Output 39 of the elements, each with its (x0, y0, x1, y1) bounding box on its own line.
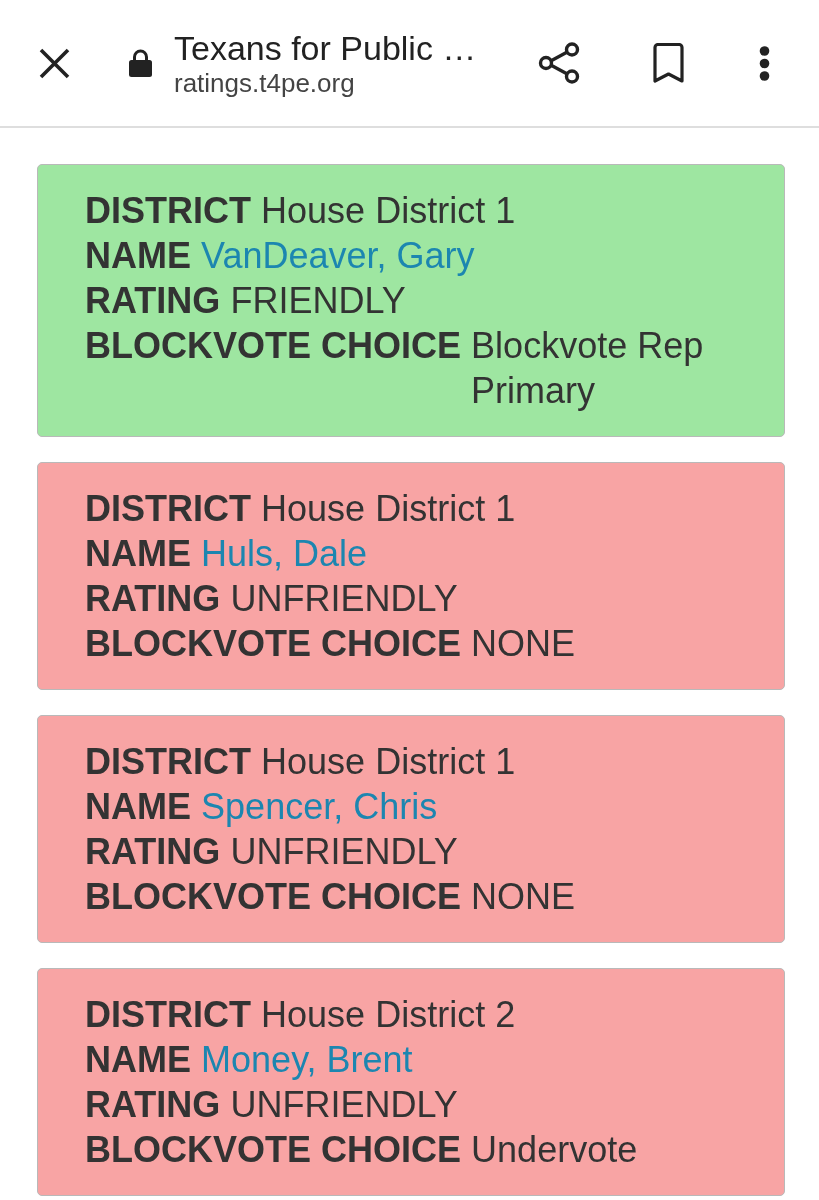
field-label: BLOCKVOTE CHOICE (85, 324, 461, 368)
field-value: Blockvote Rep Primary (471, 324, 705, 413)
field-label: NAME (85, 234, 191, 278)
field-value: FRIENDLY (230, 279, 406, 323)
field-value: House District 1 (261, 740, 516, 784)
field-label: RATING (85, 830, 221, 874)
field-value: UNFRIENDLY (230, 577, 458, 621)
candidate-name-link[interactable]: Spencer, Chris (201, 784, 438, 829)
field-label: DISTRICT (85, 993, 251, 1037)
more-options-icon[interactable] (759, 45, 770, 81)
field-value: UNFRIENDLY (230, 1083, 458, 1127)
page-url: ratings.t4pe.org (174, 68, 355, 98)
page-title: Texans for Public … (174, 28, 477, 68)
candidate-name-link[interactable]: Huls, Dale (201, 531, 368, 576)
field-value: NONE (471, 622, 576, 666)
field-value: Undervote (471, 1128, 638, 1172)
close-icon[interactable] (39, 47, 70, 79)
bookmark-icon[interactable] (652, 42, 685, 84)
field-label: RATING (85, 1083, 221, 1127)
field-label: RATING (85, 577, 221, 621)
candidate-name-link[interactable]: Money, Brent (201, 1037, 413, 1082)
field-label: RATING (85, 279, 221, 323)
field-label: BLOCKVOTE CHOICE (85, 1128, 461, 1172)
field-label: DISTRICT (85, 189, 251, 233)
candidate-name-link[interactable]: VanDeaver, Gary (201, 233, 475, 278)
lock-icon (129, 49, 152, 77)
field-value: House District 2 (261, 993, 516, 1037)
field-value: UNFRIENDLY (230, 830, 458, 874)
field-label: NAME (85, 785, 191, 829)
field-label: BLOCKVOTE CHOICE (85, 622, 461, 666)
field-value: NONE (471, 875, 576, 919)
field-value: House District 1 (261, 189, 516, 233)
field-label: BLOCKVOTE CHOICE (85, 875, 461, 919)
field-label: NAME (85, 1038, 191, 1082)
field-label: NAME (85, 532, 191, 576)
share-icon[interactable] (538, 42, 580, 84)
field-value: House District 1 (261, 487, 516, 531)
field-label: DISTRICT (85, 740, 251, 784)
field-label: DISTRICT (85, 487, 251, 531)
